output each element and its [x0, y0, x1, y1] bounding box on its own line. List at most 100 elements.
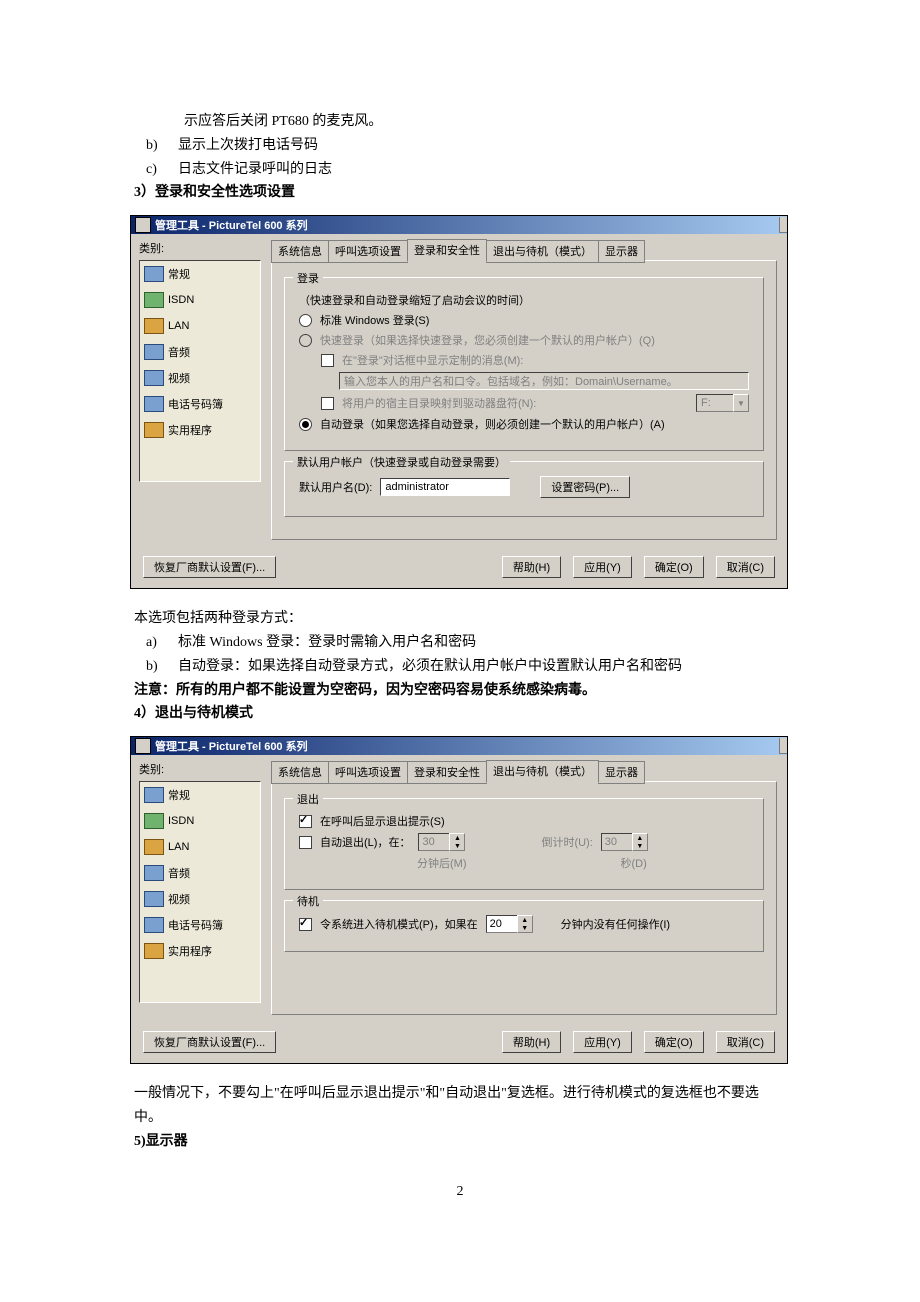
countdown-unit: 秒(D) [621, 855, 647, 871]
close-icon[interactable] [779, 217, 787, 233]
list-item: b) 显示上次拨打电话号码 [146, 134, 786, 158]
tab-sysinfo[interactable]: 系统信息 [271, 240, 329, 263]
tab-strip: 系统信息 呼叫选项设置 登录和安全性 退出与待机（模式） 显示器 [271, 759, 777, 782]
category-item[interactable]: 音频 [140, 339, 260, 365]
screenshot-login-security: 管理工具 - PictureTel 600 系列 类别: 常规 ISDN LAN… [130, 215, 788, 589]
list-item: b) 自动登录：如果选择自动登录方式，必须在默认用户帐户中设置默认用户名和密码 [146, 655, 786, 679]
tab-display[interactable]: 显示器 [598, 240, 645, 263]
tab-display[interactable]: 显示器 [598, 761, 645, 784]
tab-panel: 登录 （快速登录和自动登录缩短了启动会议的时间） 标准 Windows 登录(S… [271, 260, 777, 540]
app-icon [135, 738, 151, 754]
list-marker: c) [146, 158, 164, 182]
after-shot1-intro: 本选项包括两种登录方式： [134, 607, 786, 631]
radio-label: 快速登录（如果选择快速登录，您必须创建一个默认的用户帐户）(Q) [320, 332, 655, 348]
category-list[interactable]: 常规 ISDN LAN 音频 视频 电话号码簿 实用程序 [139, 781, 261, 1003]
checkbox-show-exit-prompt[interactable] [299, 815, 312, 828]
list-marker: a) [146, 631, 164, 655]
list-text: 标准 Windows 登录：登录时需输入用户名和密码 [178, 631, 476, 655]
category-item[interactable]: 常规 [140, 261, 260, 287]
radio-auto-login[interactable] [299, 418, 312, 431]
group-login: 登录 （快速登录和自动登录缩短了启动会议的时间） 标准 Windows 登录(S… [284, 277, 764, 451]
category-item[interactable]: 视频 [140, 886, 260, 912]
category-item[interactable]: ISDN [140, 287, 260, 313]
heading-3: 3）登录和安全性选项设置 [134, 181, 786, 205]
category-item[interactable]: 实用程序 [140, 938, 260, 964]
checkbox-map-drive [321, 397, 334, 410]
cancel-button[interactable]: 取消(C) [716, 556, 775, 578]
category-label: 类别: [139, 761, 261, 777]
set-password-button[interactable]: 设置密码(P)... [540, 476, 630, 498]
dialog-button-row: 恢复厂商默认设置(F)... 帮助(H) 应用(Y) 确定(O) 取消(C) [131, 550, 787, 588]
cancel-button[interactable]: 取消(C) [716, 1031, 775, 1053]
heading-4: 4）退出与待机模式 [134, 702, 786, 726]
category-item[interactable]: ISDN [140, 808, 260, 834]
ok-button[interactable]: 确定(O) [644, 1031, 704, 1053]
tab-call-options[interactable]: 呼叫选项设置 [328, 240, 408, 263]
tab-exit-standby[interactable]: 退出与待机（模式） [486, 760, 599, 783]
username-input[interactable]: administrator [380, 478, 510, 496]
tab-strip: 系统信息 呼叫选项设置 登录和安全性 退出与待机（模式） 显示器 [271, 238, 777, 261]
list-text: 自动登录：如果选择自动登录方式，必须在默认用户帐户中设置默认用户名和密码 [178, 655, 682, 679]
tab-login-security[interactable]: 登录和安全性 [407, 239, 487, 262]
chevron-up-icon: ▲ [450, 834, 464, 842]
ok-button[interactable]: 确定(O) [644, 556, 704, 578]
category-item[interactable]: 常规 [140, 782, 260, 808]
heading-5: 5)显示器 [134, 1130, 786, 1154]
list-marker: b) [146, 655, 164, 679]
warning-note: 注意：所有的用户都不能设置为空密码，因为空密码容易使系统感染病毒。 [134, 679, 786, 703]
tab-call-options[interactable]: 呼叫选项设置 [328, 761, 408, 784]
category-item[interactable]: 音频 [140, 860, 260, 886]
category-item[interactable]: 视频 [140, 365, 260, 391]
chevron-up-icon: ▲ [518, 916, 532, 924]
auto-exit-unit: 分钟后(M) [417, 855, 467, 871]
help-button[interactable]: 帮助(H) [502, 1031, 561, 1053]
group-standby: 待机 令系统进入待机模式(P)，如果在 20 ▲▼ 分钟内没有任何操作(I) [284, 900, 764, 952]
after-shot2-text: 一般情况下，不要勾上"在呼叫后显示退出提示"和"自动退出"复选框。进行待机模式的… [134, 1082, 786, 1130]
category-item[interactable]: 电话号码簿 [140, 912, 260, 938]
checkbox-label: 自动退出(L)，在： [320, 834, 410, 850]
window-title: 管理工具 - PictureTel 600 系列 [155, 738, 308, 754]
line-after-answer: 示应答后关闭 PT680 的麦克风。 [134, 110, 786, 134]
radio-windows-login[interactable] [299, 314, 312, 327]
category-item[interactable]: 实用程序 [140, 417, 260, 443]
apply-button[interactable]: 应用(Y) [573, 556, 632, 578]
tab-sysinfo[interactable]: 系统信息 [271, 761, 329, 784]
apply-button[interactable]: 应用(Y) [573, 1031, 632, 1053]
category-list[interactable]: 常规 ISDN LAN 音频 视频 电话号码簿 实用程序 [139, 260, 261, 482]
checkbox-show-custom-msg [321, 354, 334, 367]
restore-defaults-button[interactable]: 恢复厂商默认设置(F)... [143, 1031, 276, 1053]
countdown-label: 倒计时(U): [541, 834, 592, 850]
checkbox-label: 在呼叫后显示退出提示(S) [320, 813, 445, 829]
checkbox-standby[interactable] [299, 918, 312, 931]
list-text: 显示上次拨打电话号码 [178, 134, 318, 158]
category-label: 类别: [139, 240, 261, 256]
category-item[interactable]: LAN [140, 313, 260, 339]
window-title: 管理工具 - PictureTel 600 系列 [155, 217, 308, 233]
radio-fast-login [299, 334, 312, 347]
chevron-down-icon: ▼ [633, 842, 647, 850]
group-exit: 退出 在呼叫后显示退出提示(S) 自动退出(L)，在： 30 ▲▼ [284, 798, 764, 890]
group-legend: 退出 [293, 791, 323, 807]
group-legend: 默认用户帐户（快速登录或自动登录需要） [293, 454, 510, 470]
category-item[interactable]: LAN [140, 834, 260, 860]
chevron-down-icon: ▼ [733, 394, 749, 412]
checkbox-label: 令系统进入待机模式(P)，如果在 [320, 916, 478, 932]
drive-letter-dropdown: F: ▼ [696, 394, 749, 412]
username-label: 默认用户名(D): [299, 479, 372, 495]
tab-login-security[interactable]: 登录和安全性 [407, 761, 487, 784]
chevron-up-icon: ▲ [633, 834, 647, 842]
standby-minutes-stepper[interactable]: 20 ▲▼ [486, 915, 533, 933]
help-button[interactable]: 帮助(H) [502, 556, 561, 578]
category-item[interactable]: 电话号码簿 [140, 391, 260, 417]
checkbox-auto-exit[interactable] [299, 836, 312, 849]
tab-exit-standby[interactable]: 退出与待机（模式） [486, 240, 599, 263]
titlebar: 管理工具 - PictureTel 600 系列 [131, 216, 787, 234]
countdown-seconds-stepper: 30 ▲▼ [601, 833, 648, 851]
close-icon[interactable] [779, 738, 787, 754]
page-number: 2 [134, 1184, 786, 1200]
group-legend: 待机 [293, 893, 323, 909]
list-item: a) 标准 Windows 登录：登录时需输入用户名和密码 [146, 631, 786, 655]
checkbox-label: 在"登录"对话框中显示定制的消息(M): [342, 352, 523, 368]
restore-defaults-button[interactable]: 恢复厂商默认设置(F)... [143, 556, 276, 578]
screenshot-exit-standby: 管理工具 - PictureTel 600 系列 类别: 常规 ISDN LAN… [130, 736, 788, 1064]
